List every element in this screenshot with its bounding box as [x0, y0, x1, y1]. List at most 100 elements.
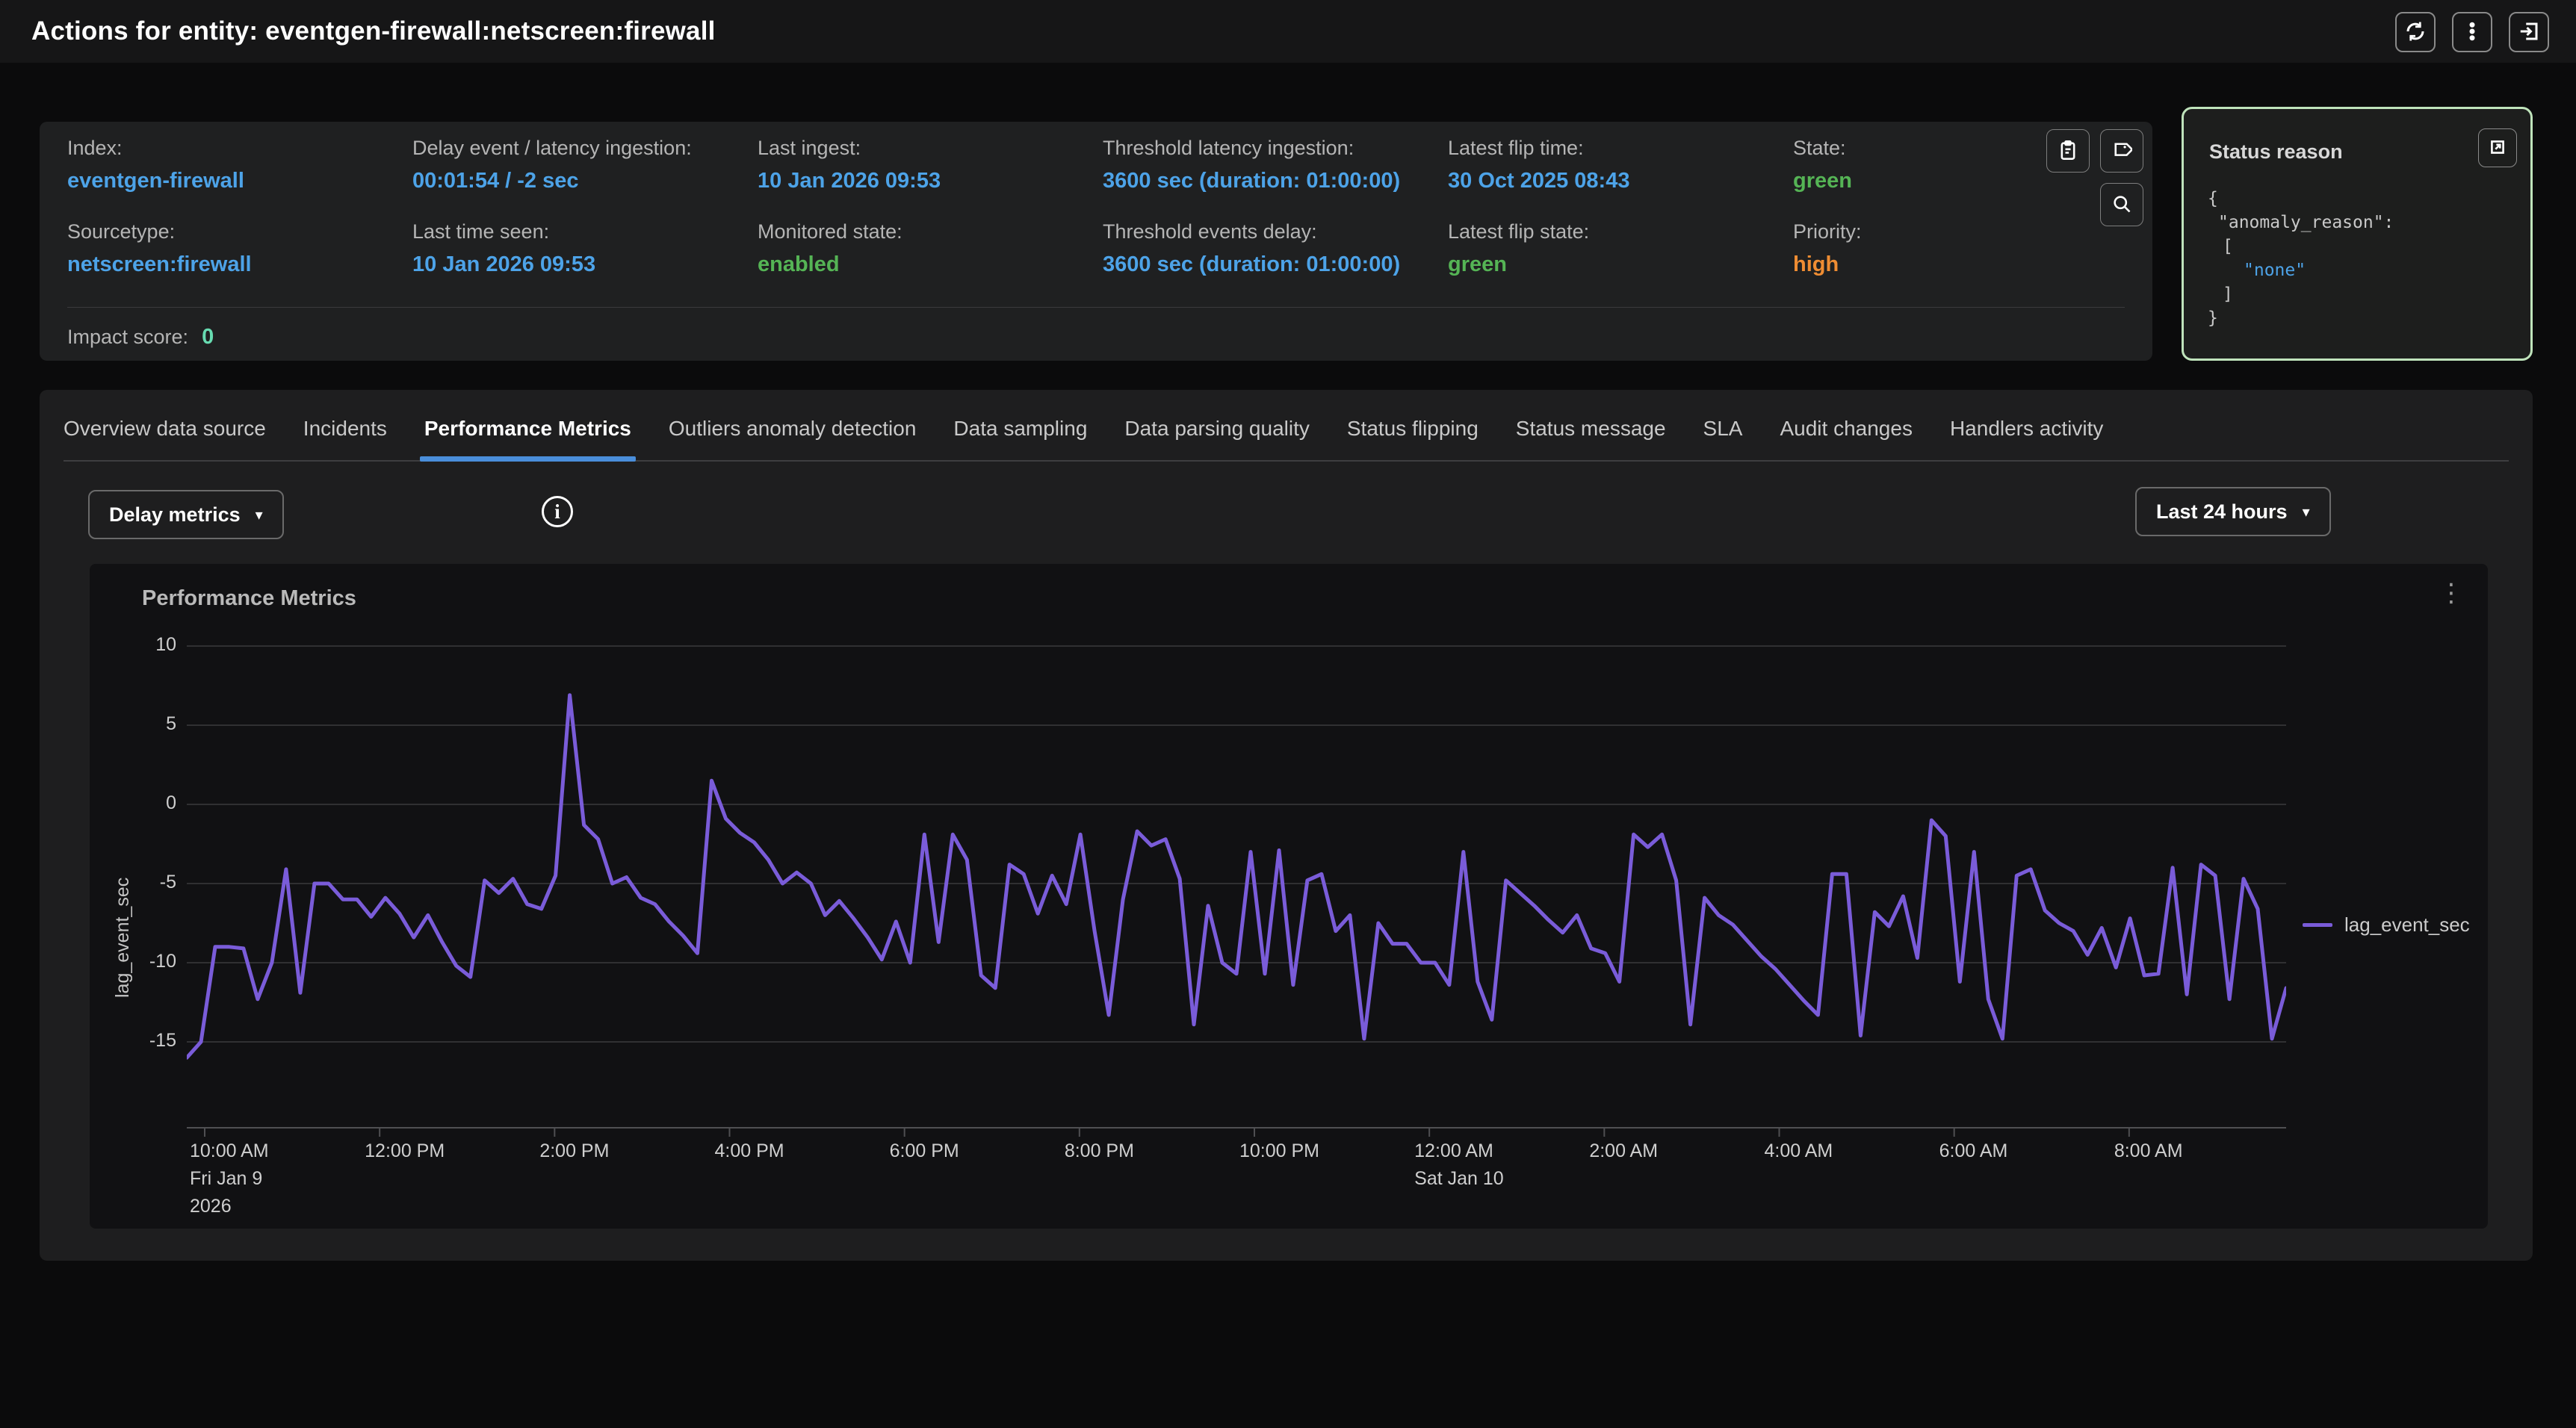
- code-line: {: [2208, 187, 2394, 211]
- tab-outliers-anomaly-detection[interactable]: Outliers anomaly detection: [669, 417, 917, 442]
- field-priority: Priority: high: [1793, 220, 2138, 304]
- main-panel: Overview data source Incidents Performan…: [40, 390, 2533, 1261]
- field-label: Threshold events delay:: [1103, 220, 1448, 243]
- code-line: ]: [2208, 282, 2394, 306]
- field-label: Last ingest:: [758, 137, 1103, 160]
- search-button[interactable]: [2100, 183, 2143, 226]
- field-value: enabled: [758, 252, 1103, 277]
- field-latest-flip-state: Latest flip state: green: [1448, 220, 1793, 304]
- x-tick-label: 10:00 PM: [1239, 1137, 1319, 1165]
- tab-bar: Overview data source Incidents Performan…: [64, 417, 2509, 462]
- metric-dropdown-label: Delay metrics: [109, 503, 241, 527]
- field-label: Monitored state:: [758, 220, 1103, 243]
- performance-metrics-card: Performance Metrics ⋮ lag_event_sec lag_…: [90, 564, 2488, 1229]
- header-actions: [2395, 12, 2549, 52]
- code-line: }: [2208, 306, 2394, 330]
- field-latest-flip-time: Latest flip time: 30 Oct 2025 08:43: [1448, 137, 1793, 220]
- x-tick-label: 8:00 PM: [1065, 1137, 1134, 1165]
- field-sourcetype: Sourcetype: netscreen:firewall: [67, 220, 412, 304]
- tab-sla[interactable]: SLA: [1703, 417, 1743, 442]
- tab-status-flipping[interactable]: Status flipping: [1347, 417, 1479, 442]
- exit-button[interactable]: [2509, 12, 2549, 52]
- metric-type-dropdown[interactable]: Delay metrics ▾: [88, 490, 284, 539]
- entity-fields: Index: eventgen-firewall Delay event / l…: [67, 137, 2138, 304]
- x-tick-label: 10:00 AMFri Jan 92026: [190, 1137, 269, 1220]
- clipboard-button[interactable]: [2046, 129, 2090, 173]
- tag-button[interactable]: [2100, 129, 2143, 173]
- field-value: 10 Jan 2026 09:53: [412, 252, 758, 277]
- x-tick-label: 12:00 PM: [365, 1137, 445, 1165]
- search-icon: [2111, 193, 2132, 217]
- field-label: Threshold latency ingestion:: [1103, 137, 1448, 160]
- tab-incidents[interactable]: Incidents: [303, 417, 387, 442]
- kebab-icon: [2461, 20, 2483, 45]
- open-external-icon: [2488, 137, 2507, 159]
- time-range-label: Last 24 hours: [2156, 500, 2288, 524]
- status-reason-code: { "anomaly_reason": [ "none" ] }: [2208, 187, 2394, 330]
- status-reason-panel: Status reason { "anomaly_reason": [ "non…: [2182, 107, 2533, 361]
- entity-info-panel: Index: eventgen-firewall Delay event / l…: [40, 122, 2152, 361]
- field-value: netscreen:firewall: [67, 252, 412, 277]
- field-value: 00:01:54 / -2 sec: [412, 169, 758, 193]
- field-label: Sourcetype:: [67, 220, 412, 243]
- field-last-time-seen: Last time seen: 10 Jan 2026 09:53: [412, 220, 758, 304]
- open-external-button[interactable]: [2478, 128, 2517, 167]
- chart-title: Performance Metrics: [142, 586, 356, 611]
- x-tick-label: 2:00 AM: [1589, 1137, 1658, 1165]
- field-threshold-events: Threshold events delay: 3600 sec (durati…: [1103, 220, 1448, 304]
- legend-label: lag_event_sec: [2344, 913, 2470, 937]
- tab-data-sampling[interactable]: Data sampling: [953, 417, 1087, 442]
- chart-svg: [187, 631, 2286, 1154]
- top-header-bar: Actions for entity: eventgen-firewall:ne…: [0, 0, 2576, 63]
- code-line: "none": [2208, 258, 2394, 282]
- field-value: 30 Oct 2025 08:43: [1448, 169, 1793, 193]
- chart-menu-kebab-icon[interactable]: ⋮: [2439, 580, 2464, 606]
- chevron-down-icon: ▾: [256, 506, 263, 524]
- x-tick-label: 8:00 AM: [2114, 1137, 2183, 1165]
- field-label: Last time seen:: [412, 220, 758, 243]
- field-label: Priority:: [1793, 220, 2138, 243]
- tag-icon: [2111, 140, 2132, 163]
- page-title: Actions for entity: eventgen-firewall:ne…: [31, 16, 716, 46]
- field-index: Index: eventgen-firewall: [67, 137, 412, 220]
- refresh-button[interactable]: [2395, 12, 2436, 52]
- field-label: Latest flip state:: [1448, 220, 1793, 243]
- field-label: Latest flip time:: [1448, 137, 1793, 160]
- tab-data-parsing-quality[interactable]: Data parsing quality: [1124, 417, 1309, 442]
- x-tick-label: 12:00 AMSat Jan 10: [1414, 1137, 1504, 1193]
- x-tick-label: 6:00 PM: [890, 1137, 959, 1165]
- series-line: [187, 695, 2286, 1058]
- code-line: "anomaly_reason":: [2208, 211, 2394, 235]
- field-threshold-latency: Threshold latency ingestion: 3600 sec (d…: [1103, 137, 1448, 220]
- y-tick-label: -15: [96, 1030, 176, 1052]
- y-tick-label: -5: [96, 872, 176, 893]
- chevron-down-icon: ▾: [2303, 503, 2310, 521]
- tab-handlers-activity[interactable]: Handlers activity: [1950, 417, 2103, 442]
- tab-performance-metrics[interactable]: Performance Metrics: [424, 417, 631, 442]
- x-tick-label: 2:00 PM: [539, 1137, 609, 1165]
- field-last-ingest: Last ingest: 10 Jan 2026 09:53: [758, 137, 1103, 220]
- field-monitored-state: Monitored state: enabled: [758, 220, 1103, 304]
- y-tick-label: 10: [96, 634, 176, 656]
- info-icon[interactable]: i: [542, 496, 573, 527]
- y-axis-title: lag_event_sec: [112, 810, 142, 1064]
- exit-icon: [2518, 20, 2540, 45]
- entity-panel-actions: [2046, 129, 2143, 173]
- status-reason-title: Status reason: [2209, 140, 2343, 164]
- more-button[interactable]: [2452, 12, 2492, 52]
- time-range-dropdown[interactable]: Last 24 hours ▾: [2135, 487, 2331, 536]
- field-value: 3600 sec (duration: 01:00:00): [1103, 169, 1448, 193]
- x-tick-label: 6:00 AM: [1939, 1137, 2008, 1165]
- tab-audit-changes[interactable]: Audit changes: [1780, 417, 1912, 442]
- tab-status-message[interactable]: Status message: [1516, 417, 1666, 442]
- refresh-icon: [2404, 20, 2427, 45]
- x-tick-label: 4:00 AM: [1765, 1137, 1833, 1165]
- impact-score-value: 0: [202, 325, 214, 349]
- tab-overview-data-source[interactable]: Overview data source: [64, 417, 266, 442]
- field-delay-event: Delay event / latency ingestion: 00:01:5…: [412, 137, 758, 220]
- impact-score-row: Impact score:0: [67, 325, 214, 350]
- y-tick-label: -10: [96, 951, 176, 972]
- x-tick-label: 4:00 PM: [715, 1137, 784, 1165]
- y-tick-label: 5: [96, 713, 176, 735]
- field-label: Delay event / latency ingestion:: [412, 137, 758, 160]
